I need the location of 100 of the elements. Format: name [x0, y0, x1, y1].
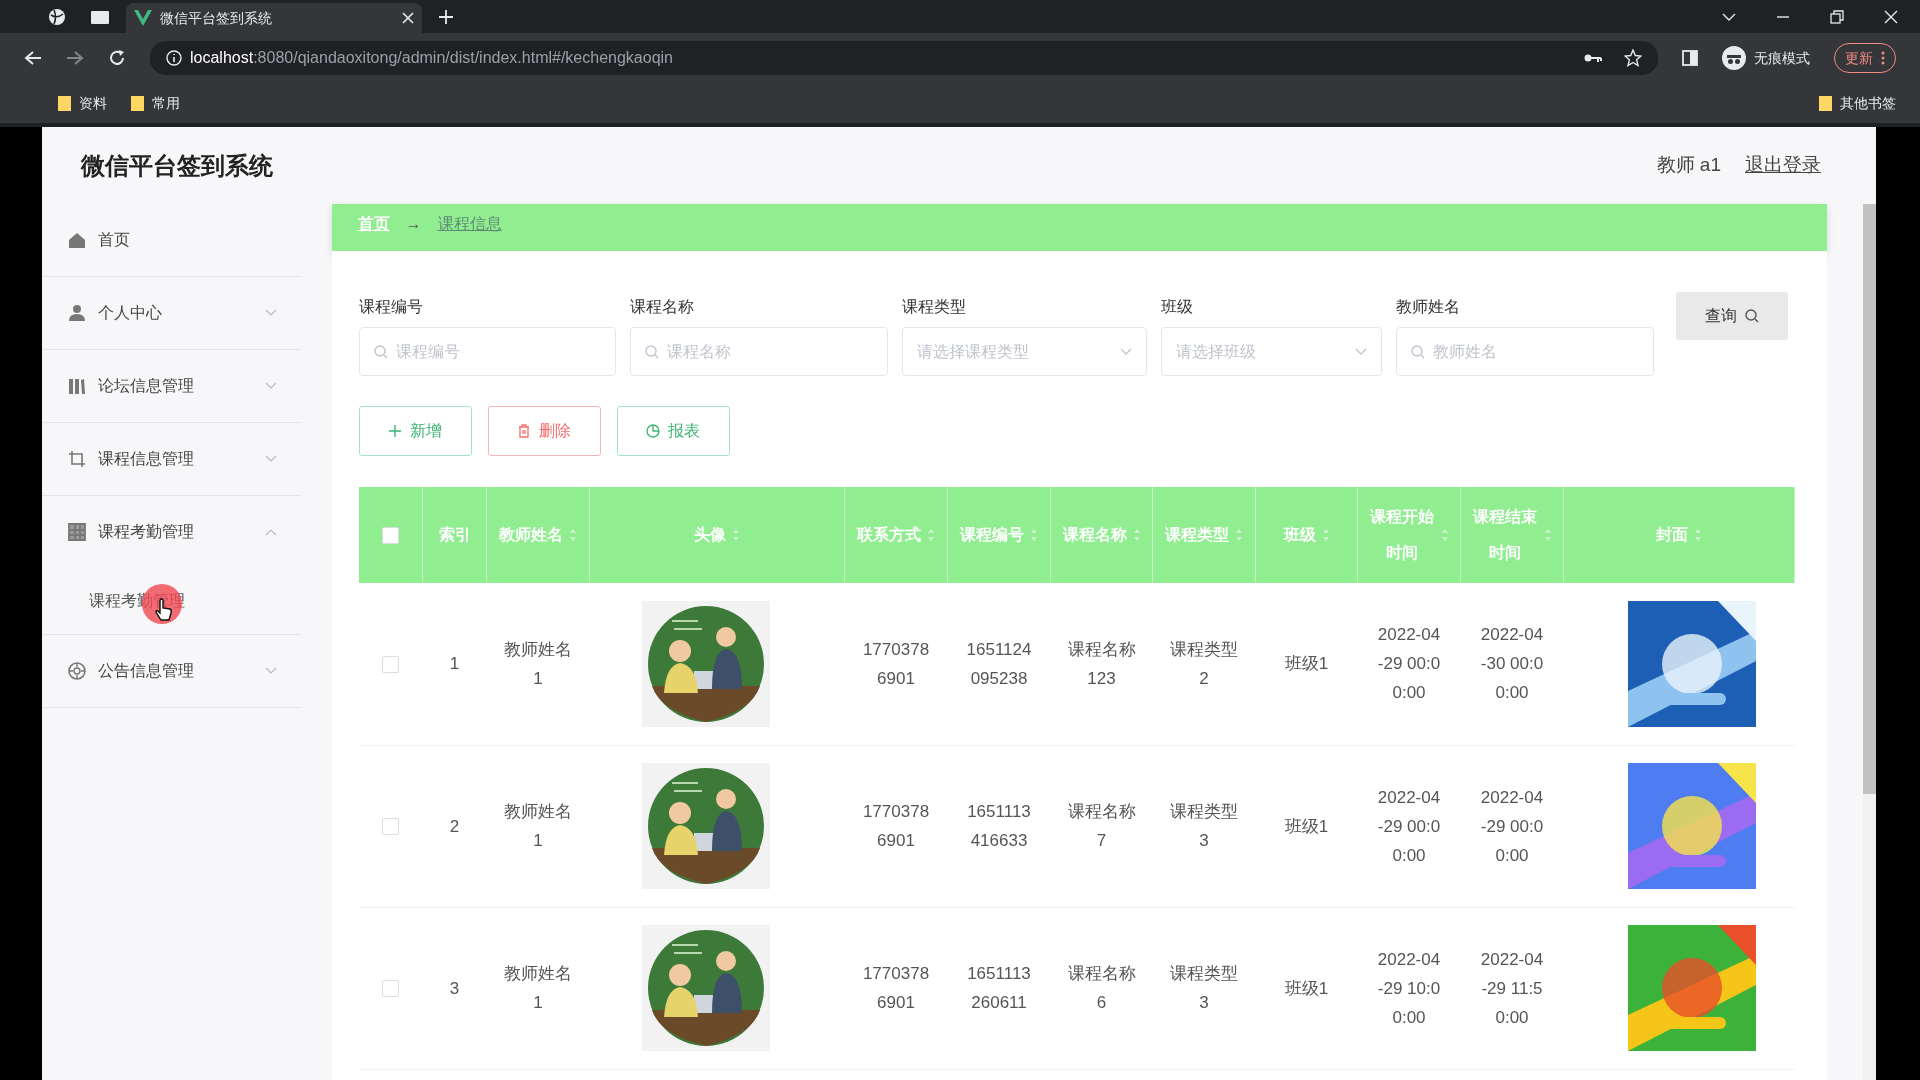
- query-button[interactable]: 查询: [1675, 292, 1788, 340]
- table-cell-text: 2022-04-29 00:00:00: [1376, 786, 1442, 867]
- search-icon: [644, 344, 659, 359]
- sidebar-item[interactable]: 论坛信息管理: [42, 350, 301, 422]
- checkbox[interactable]: [382, 818, 399, 836]
- star-icon[interactable]: [1624, 49, 1642, 67]
- table-cell-text: 教师姓名1: [503, 801, 573, 852]
- field-label: 课程类型: [901, 297, 967, 317]
- column-header: 课程结束时间: [1472, 507, 1538, 563]
- incognito-icon[interactable]: [1722, 46, 1746, 70]
- table-cell-text: 1651113416633: [966, 801, 1032, 852]
- chevron-down-icon[interactable]: [1722, 11, 1736, 22]
- table-cell-text: 2022-04-29 11:50:00: [1479, 948, 1545, 1029]
- table-cell-text: 课程类型2: [1169, 638, 1239, 690]
- sidebar-item[interactable]: 个人中心: [42, 277, 301, 349]
- bookmark[interactable]: 其他书签: [1819, 92, 1896, 114]
- sidebar-item[interactable]: 课程信息管理: [42, 423, 301, 495]
- chevron-down-icon: [1119, 347, 1132, 356]
- sidebar-item[interactable]: 公告信息管理: [42, 635, 301, 707]
- table-cell-text: 课程名称123: [1067, 638, 1136, 690]
- table-cell-text: 课程类型3: [1169, 963, 1239, 1014]
- forward-icon[interactable]: [66, 50, 84, 66]
- table-cell-text: 2022-04-30 00:00:00: [1479, 624, 1545, 705]
- table-cell-text: 2022-04-29 00:00:00: [1479, 786, 1545, 867]
- field-label: 课程名称: [629, 297, 695, 317]
- close-icon[interactable]: [402, 12, 414, 24]
- table-cell-text: 班级1: [1284, 653, 1329, 676]
- table-cell-text: 17703786901: [861, 638, 931, 690]
- table-cell-text: 课程名称6: [1067, 963, 1136, 1014]
- breadcrumb-separator: →: [405, 214, 422, 234]
- column-header: 联系方式: [857, 525, 921, 545]
- crop-icon: [68, 450, 86, 468]
- table-cell-text: 3: [449, 977, 460, 1000]
- table-cell-text: 17703786901: [861, 801, 931, 852]
- sidebar-item[interactable]: 首页: [42, 204, 301, 276]
- home-icon: [68, 231, 86, 249]
- table-cell-text: 2022-04-29 10:00:00: [1376, 948, 1442, 1029]
- field-label: 班级: [1160, 297, 1194, 317]
- plus-icon: [388, 424, 402, 438]
- column-header: 课程开始时间: [1369, 507, 1435, 563]
- grid-icon: [68, 523, 86, 541]
- key-icon[interactable]: [1584, 53, 1602, 63]
- checkbox[interactable]: [382, 980, 399, 998]
- tab-title: 微信平台签到系统: [160, 8, 273, 28]
- kebab-menu-icon[interactable]: [1881, 51, 1885, 65]
- folder-icon: [58, 95, 71, 111]
- column-header: 课程名称: [1062, 525, 1127, 545]
- table-cell-text: 1: [449, 653, 460, 676]
- reload-icon[interactable]: [108, 49, 126, 67]
- field-label: 课程编号: [358, 297, 424, 317]
- trash-icon: [517, 424, 531, 438]
- column-header: 索引: [438, 525, 471, 545]
- table-cell-text: 2022-04-29 00:00:00: [1376, 624, 1442, 705]
- column-header: 课程编号: [960, 525, 1024, 545]
- table-cell-text: 1651124095238: [965, 638, 1033, 690]
- table-cell-text: 教师姓名1: [503, 638, 573, 690]
- folder-icon: [131, 95, 144, 111]
- folder-icon: [1819, 95, 1832, 111]
- back-icon[interactable]: [24, 50, 42, 66]
- logout-link[interactable]: 退出登录: [1745, 151, 1821, 180]
- table-cell-text: 教师姓名1: [503, 963, 573, 1014]
- checkbox[interactable]: [382, 656, 399, 673]
- crosshair-icon: [68, 662, 86, 680]
- table-cell-text: 班级1: [1284, 815, 1329, 838]
- user-name: 教师 a1: [1656, 153, 1721, 178]
- url-text: localhost:8080/qiandaoxitong/admin/dist/index.html#/kechengkaoqin: [190, 48, 673, 68]
- bookmark[interactable]: 资料: [58, 92, 107, 114]
- column-header: 教师姓名: [499, 525, 563, 545]
- table-cell-text: 班级1: [1284, 977, 1329, 1000]
- column-header: 头像: [694, 525, 726, 545]
- books-icon: [68, 377, 86, 395]
- column-header: 封面: [1656, 525, 1688, 545]
- bookmark[interactable]: 常用: [131, 92, 180, 114]
- v-logo-icon: [134, 10, 152, 26]
- table-cell-text: 1651113260611: [966, 963, 1032, 1014]
- restore-icon[interactable]: [1830, 9, 1844, 24]
- table-cell-text: 课程类型3: [1169, 801, 1239, 852]
- table-cell-text: 2: [449, 815, 460, 838]
- user-icon: [68, 304, 86, 322]
- close-icon[interactable]: [1884, 9, 1898, 24]
- globe-icon[interactable]: [48, 7, 66, 26]
- search-icon: [1744, 309, 1759, 323]
- plus-icon[interactable]: [438, 8, 454, 25]
- column-header: 课程类型: [1165, 525, 1229, 545]
- incognito-label: 无痕模式: [1754, 48, 1810, 68]
- sidebar-item[interactable]: 课程考勤管理: [42, 496, 301, 568]
- browser-tab[interactable]: 微信平台签到系统: [126, 3, 422, 33]
- info-icon: [166, 50, 182, 66]
- table-cell-text: 课程名称7: [1067, 801, 1136, 852]
- column-header: 班级: [1283, 525, 1316, 545]
- search-icon: [1410, 344, 1425, 359]
- pie-chart-icon: [646, 424, 660, 438]
- side-panel-icon[interactable]: [1682, 50, 1698, 66]
- field-label: 教师姓名: [1395, 297, 1461, 317]
- window-icon[interactable]: [90, 8, 110, 25]
- table-cell-text: 17703786901: [861, 963, 931, 1014]
- checkbox[interactable]: [381, 527, 399, 545]
- app-title: 微信平台签到系统: [79, 150, 273, 181]
- address-bar[interactable]: localhost:8080/qiandaoxitong/admin/dist/index.html#/kechengkaoqin: [150, 41, 1658, 75]
- chevron-down-icon: [1354, 347, 1367, 356]
